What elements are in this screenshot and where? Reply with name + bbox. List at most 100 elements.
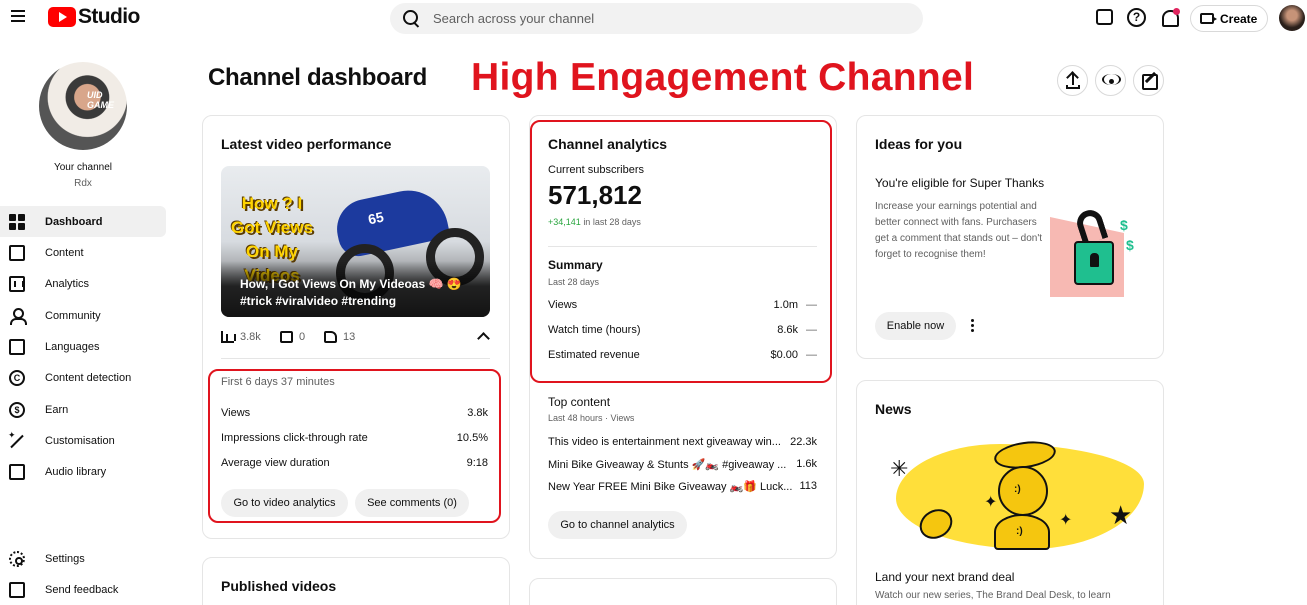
likes-stat: 13 xyxy=(324,331,355,343)
gear-icon xyxy=(9,551,25,567)
create-label: Create xyxy=(1220,11,1258,26)
menu-icon[interactable] xyxy=(11,10,25,24)
sidebar-item-dashboard[interactable]: Dashboard xyxy=(0,206,166,237)
sidebar-item-audio-library[interactable]: Audio library xyxy=(0,456,166,487)
sidebar-item-label: Settings xyxy=(45,552,85,565)
enable-now-button[interactable]: Enable now xyxy=(875,312,956,340)
top-content-row[interactable]: New Year FREE Mini Bike Giveaway 🏍️🎁 Luc… xyxy=(548,480,817,493)
channel-label: Your channel xyxy=(53,162,112,173)
upload-button[interactable] xyxy=(1057,65,1088,96)
thumbs-up-icon xyxy=(324,331,337,343)
search-bar[interactable] xyxy=(390,3,923,34)
more-options-icon[interactable] xyxy=(971,319,975,333)
create-post-button[interactable] xyxy=(1133,65,1164,96)
page-title: Channel dashboard xyxy=(208,64,427,91)
sidebar-item-content-detection[interactable]: C Content detection xyxy=(0,362,166,393)
search-icon[interactable] xyxy=(402,9,420,27)
help-icon[interactable]: ? xyxy=(1127,8,1146,27)
top-bar: Studio ? Create xyxy=(0,0,1307,36)
sidebar-item-label: Community xyxy=(45,309,101,322)
coin-face: :) xyxy=(1016,526,1023,537)
comment-icon xyxy=(280,331,293,343)
sidebar-item-analytics[interactable]: Analytics xyxy=(0,268,166,299)
top-content-video-title[interactable]: This video is entertainment next giveawa… xyxy=(548,436,781,448)
top-content-row[interactable]: Mini Bike Giveaway & Stunts 🚀🏍️ #giveawa… xyxy=(548,458,817,471)
sidebar-item-languages[interactable]: Languages xyxy=(0,331,166,362)
wand-icon xyxy=(8,430,25,449)
sparkle-icon: ✦ xyxy=(984,494,998,511)
ideas-body: Increase your earnings potential and bet… xyxy=(875,201,1043,260)
sidebar-item-label: Languages xyxy=(45,340,100,353)
search-input[interactable] xyxy=(433,3,903,34)
channel-avatar[interactable]: UID GAME xyxy=(39,62,127,150)
account-avatar[interactable] xyxy=(1279,5,1305,31)
coin-icon: :) xyxy=(994,514,1050,550)
sparkle-icon: ✦ xyxy=(1059,512,1073,529)
studio-logo[interactable]: Studio xyxy=(48,5,140,29)
sidebar-item-send-feedback[interactable]: Send feedback xyxy=(0,574,166,605)
dashboard-icon xyxy=(9,214,25,230)
video-title: How, I Got Views On My Videoas 🧠 😍 #tric… xyxy=(240,277,462,308)
sidebar-item-customisation[interactable]: Customisation xyxy=(0,425,166,456)
logo-text: Studio xyxy=(78,5,140,28)
sidebar-item-earn[interactable]: $ Earn xyxy=(0,394,166,425)
top-content-views: 22.3k xyxy=(790,436,817,448)
create-button[interactable]: Create xyxy=(1190,5,1268,32)
feedback-icon xyxy=(9,582,25,598)
divider xyxy=(221,358,490,359)
community-icon xyxy=(9,308,27,325)
dollar-icon: $ xyxy=(1120,217,1128,233)
sidebar: UID GAME Your channel Rdx Dashboard Cont… xyxy=(0,36,170,605)
sidebar-item-label: Customisation xyxy=(45,434,115,447)
go-live-button[interactable] xyxy=(1095,65,1126,96)
likes-count: 13 xyxy=(343,331,356,343)
upload-icon xyxy=(1066,85,1080,89)
news-headline: Land your next brand deal xyxy=(875,570,1015,584)
coins-illustration: :) :) ✳ ★ ✦ ✦ xyxy=(874,436,1144,558)
latest-video-title: Latest video performance xyxy=(221,136,392,152)
copyright-icon: C xyxy=(9,370,25,386)
dollar-icon: $ xyxy=(9,402,25,418)
sidebar-item-label: Dashboard xyxy=(45,215,103,228)
top-content-title: Top content xyxy=(548,395,611,409)
sidebar-item-community[interactable]: Community xyxy=(0,300,166,331)
comments-stat: 0 xyxy=(280,331,305,343)
sidebar-item-label: Analytics xyxy=(45,277,90,290)
annotation-text: High Engagement Channel xyxy=(471,56,975,99)
views-stat: 3.8k xyxy=(221,331,261,343)
channel-name: Rdx xyxy=(74,178,92,189)
sidebar-item-content[interactable]: Content xyxy=(0,237,166,268)
coin-icon: :) xyxy=(998,466,1048,516)
spark-icon: ✳ xyxy=(890,456,909,481)
video-thumbnail[interactable]: 65 How ? I Got Views On My Videos How, I… xyxy=(221,166,490,317)
sidebar-item-label: Content xyxy=(45,246,84,259)
top-content-period: Last 48 hours · Views xyxy=(548,413,635,423)
highlight-box xyxy=(530,120,832,383)
news-body: Watch our new series, The Brand Deal Des… xyxy=(875,590,1111,601)
views-chart-icon xyxy=(221,331,236,343)
go-to-channel-analytics-button[interactable]: Go to channel analytics xyxy=(548,511,687,539)
video-stats-row: 3.8k 0 13 xyxy=(221,331,491,345)
bike-number: 65 xyxy=(366,208,386,228)
top-content-views: 1.6k xyxy=(796,458,817,470)
comments-card xyxy=(529,578,837,605)
sidebar-item-settings[interactable]: Settings xyxy=(0,543,166,574)
notifications-icon[interactable] xyxy=(1160,8,1180,28)
published-videos-title: Published videos xyxy=(221,578,337,594)
news-title: News xyxy=(875,401,912,417)
youtube-logo-icon xyxy=(48,7,76,27)
ideas-title: Ideas for you xyxy=(875,136,963,152)
views-count: 3.8k xyxy=(240,331,261,343)
top-content-row[interactable]: This video is entertainment next giveawa… xyxy=(548,436,817,448)
comments-count: 0 xyxy=(299,331,306,343)
comments-icon[interactable] xyxy=(1096,9,1113,25)
sidebar-item-label: Earn xyxy=(45,403,69,416)
analytics-icon xyxy=(9,276,25,292)
dollar-icon: $ xyxy=(1126,237,1134,253)
coin-face: :) xyxy=(1014,484,1021,495)
top-content-video-title[interactable]: New Year FREE Mini Bike Giveaway 🏍️🎁 Luc… xyxy=(548,480,792,493)
top-content-video-title[interactable]: Mini Bike Giveaway & Stunts 🚀🏍️ #giveawa… xyxy=(548,458,786,471)
ideas-headline: You're eligible for Super Thanks xyxy=(875,176,1045,190)
content-icon xyxy=(9,245,25,261)
avatar-overlay-text: UID GAME xyxy=(87,90,114,110)
